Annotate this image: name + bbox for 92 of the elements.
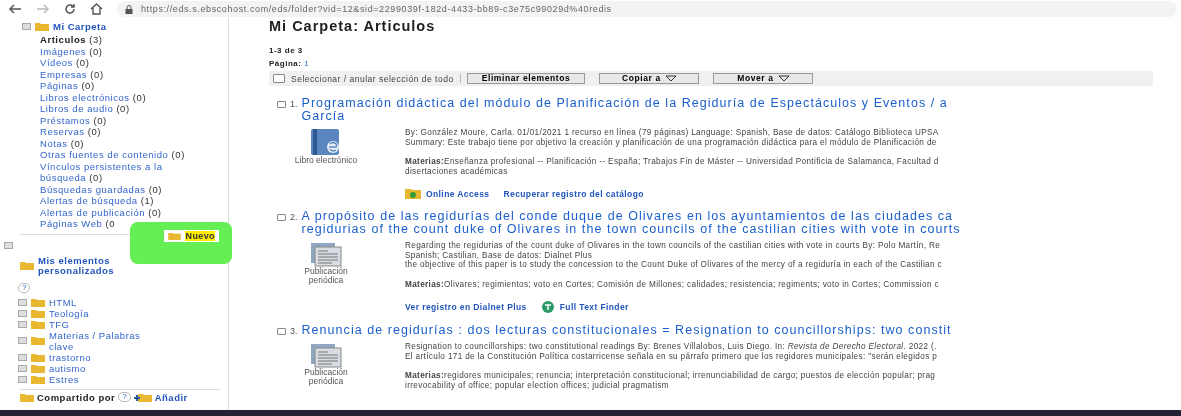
result-metadata: Resignation to councillorships: two constitutional readings By: Brenes Villalobos, Luis Diego. In: Revista de Derecho Electoral. 2022 (. <box>405 342 938 352</box>
folder-category-link[interactable]: Páginas Web (0 <box>40 218 116 230</box>
result-metadata: By: González Moure, Carla. 01/01/2021 1 recurso en línea (79 páginas) Language: Spanish, Base de datos: Catálogo Biblioteca UPSA <box>405 128 939 138</box>
page-label: Página: <box>269 59 302 68</box>
newspaper-icon <box>309 342 343 368</box>
result-title-link[interactable]: García <box>301 110 948 123</box>
result-number: 3. <box>290 326 298 336</box>
delete-items-button[interactable]: Eliminar elementos <box>466 73 586 84</box>
custom-folder-link[interactable]: TFG <box>49 318 70 330</box>
folder-icon <box>31 374 45 384</box>
reload-icon[interactable] <box>64 3 76 15</box>
result-title-link[interactable]: Programación didáctica del módulo de Planificación de la Regiduría de Espectáculos y Eventos / a <box>301 97 948 110</box>
folder-category-link[interactable]: Imágenes (0) <box>40 45 103 57</box>
folder-icon <box>405 188 421 199</box>
folder-icon <box>31 308 45 318</box>
subjects-text: Materias:regidores municipales; renuncia; interpretación constitucional; irrenunciabilidad de cargo; puestos de elección popular; prag <box>405 371 937 381</box>
folder-title[interactable]: Mi Carpeta <box>53 21 107 32</box>
result-number: 1. <box>290 99 298 109</box>
result-checkbox[interactable] <box>277 214 286 221</box>
custom-folder-link[interactable]: Teología <box>49 307 89 319</box>
publication-type-label: Publicación periódica <box>303 368 349 386</box>
caret-icon <box>664 75 677 82</box>
newspaper-icon <box>309 241 343 267</box>
move-to-dropdown[interactable]: Mover a <box>713 73 814 84</box>
folder-category-link[interactable]: Otras fuentes de contenido (0) <box>40 149 185 161</box>
folder-category-link[interactable]: Alertas de publicación (0) <box>40 206 162 218</box>
result-metadata: El artículo 171 de la Constitución Política costarricense señala en su párrafo primero que los regidores municipales: "serán elegidos p <box>405 351 938 361</box>
folder-icon <box>31 363 45 373</box>
result-number: 2. <box>290 212 298 222</box>
select-all-label: Seleccionar / anular selección de todo <box>291 73 454 84</box>
result-title-link[interactable]: Renuncia de regidurías : dos lecturas constitucionales = Resignation to councillorships: two constit <box>301 324 952 337</box>
custom-folder-link[interactable]: autismo <box>49 362 86 374</box>
folder-category-link[interactable]: Vínculos persistentes a la búsqueda (0) <box>40 160 210 184</box>
result-link[interactable]: Full Text Finder <box>559 302 629 312</box>
home-icon[interactable] <box>90 3 103 15</box>
folder-icon <box>31 319 45 329</box>
folder-icon <box>31 336 45 345</box>
folder-icon <box>168 232 182 240</box>
shared-by-label: Compartido por <box>37 391 116 403</box>
new-folder-button[interactable]: Nuevo <box>164 230 219 242</box>
folder-category-link[interactable]: Páginas (0) <box>40 80 95 92</box>
add-link[interactable]: Añadir <box>154 391 188 403</box>
publication-type-label: Libro electrónico <box>293 156 359 165</box>
result-checkbox[interactable] <box>277 101 286 108</box>
result-link[interactable]: Online Access <box>426 188 490 199</box>
lock-icon <box>125 4 133 14</box>
folder-category-link[interactable]: Reservas (0) <box>40 126 101 138</box>
folder-category-link[interactable]: Búsquedas guardadas (0) <box>40 183 162 195</box>
folder-icon <box>31 352 45 362</box>
folder-category-link[interactable]: Empresas (0) <box>40 68 104 80</box>
subjects-text: Materias:Olivares; regimientos; voto en Cortes; Comisión de Millones; calidades; resistencia; regiments; voto in Cortes; Commission c <box>405 279 940 289</box>
folder-category-link[interactable]: Alertas de búsqueda (1) <box>40 195 155 207</box>
folder-category-link[interactable]: Préstamos (0) <box>40 114 107 126</box>
add-folder-icon <box>133 392 152 402</box>
custom-folder-link[interactable]: Estres <box>49 373 79 385</box>
result-range: 1-3 de 3 <box>269 46 304 55</box>
result-metadata: Spanish; Castilian, Base de datos: Dialnet Plus <box>405 250 593 260</box>
folder-category-link[interactable]: Libros electrónicos (0) <box>40 91 147 103</box>
back-icon[interactable] <box>8 4 22 14</box>
collapse-icon[interactable] <box>22 23 31 30</box>
result-metadata: Regarding the regidurias of the count duke of Olivares in the town councils of the castilian cities with vote in courts By: Polo Martín, Re <box>405 241 942 251</box>
caret-icon <box>777 75 790 82</box>
folder-category-link[interactable]: Articulos (3) <box>40 34 103 46</box>
publication-type-label: Publicación periódica <box>303 267 349 285</box>
folder-category-link[interactable]: Vídeos (0) <box>40 57 90 69</box>
folder-icon <box>20 392 34 402</box>
copy-to-dropdown[interactable]: Copiar a <box>599 73 700 84</box>
select-all-checkbox[interactable] <box>273 74 285 83</box>
forward-icon[interactable] <box>36 4 50 14</box>
result-link[interactable]: Recuperar registro del catálogo <box>503 188 644 199</box>
result-title-link[interactable]: A propósito de las regidurías del conde duque de Olivares en los ayuntamientos de las ciudades ca <box>301 210 961 223</box>
folder-icon <box>35 22 49 31</box>
folder-icon <box>20 261 34 270</box>
folder-category-link[interactable]: Libros de audio (0) <box>40 103 130 115</box>
subjects-text: irrevocability of office; popular election offices; judicial pragmatism <box>405 380 670 390</box>
result-checkbox[interactable] <box>277 328 286 335</box>
collapse-icon[interactable] <box>4 241 13 249</box>
address-bar[interactable]: https://eds.s.ebscohost.com/eds/folder?vid=12&sid=2299039f-182d-4433-bb89-c3e75c99029d%40redis <box>117 1 1177 17</box>
custom-folder-link[interactable]: trastorno <box>49 351 91 363</box>
custom-folder-link[interactable]: HTML <box>49 296 77 308</box>
result-link[interactable]: Ver registro en Dialnet Plus <box>405 302 527 312</box>
result-title-link[interactable]: regidurias of the count duke of Olivares in the town councils of the castilian cities with vote in courts <box>301 223 961 236</box>
folder-icon <box>31 297 45 307</box>
subjects-text: Materias:Enseñanza profesional -- Planificación -- España; Trabajos Fin de Máster -- Universidad Pontificia de Salamanca, Facultad d <box>405 157 939 167</box>
page-number[interactable]: 1 <box>304 59 310 68</box>
result-metadata: Summary: Este trabajo tiene por objetivo la creación y planificación de una programación didáctica para el módulo de Planificación de <box>405 137 938 147</box>
result-metadata: the objective of this paper is to study the concession to the Count Duke of Olivares of the mercy of a regiduría in each of the Castilian c <box>405 260 942 270</box>
folder-category-link[interactable]: Notas (0) <box>40 137 85 149</box>
page-title: Mi Carpeta: Articulos <box>269 18 437 34</box>
finder-icon <box>540 301 555 313</box>
subjects-text: disertaciones académicas <box>405 166 509 176</box>
custom-items-title[interactable]: Mis elementos personalizados <box>38 255 170 276</box>
